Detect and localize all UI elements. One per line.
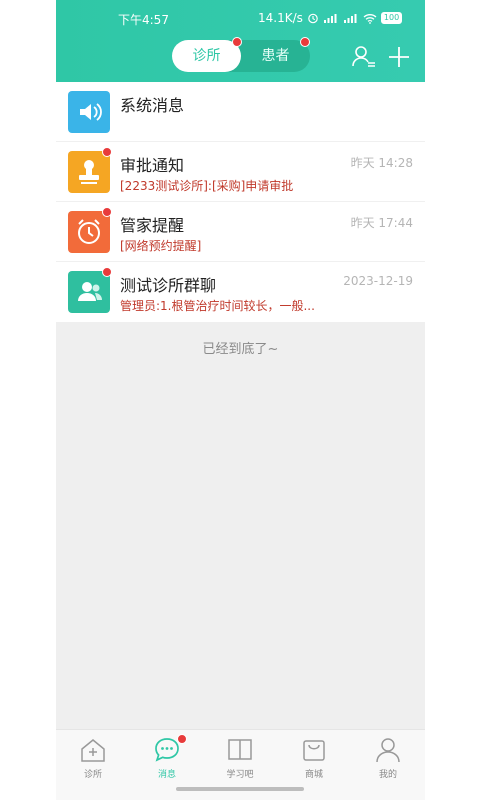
message-preview: [网络预约提醒] [120,239,202,253]
tab-clinic[interactable]: 诊所 [172,40,241,72]
message-title: 管家提醒 [120,216,185,235]
battery-indicator: 100 [380,12,403,24]
message-row-approval[interactable]: 审批通知 [2233测试诊所]:[采购]申请审批 昨天 14:28 [56,142,425,202]
message-row-system[interactable]: 系统消息 [56,82,425,142]
person-icon [376,738,400,763]
tab-mall-nav[interactable]: 商城 [284,736,344,786]
tab-label: 诊所 [83,770,102,780]
status-indicators: 14.1K/s 100 [258,11,403,25]
status-bar: 下午4:57 14.1K/s 100 [56,0,425,36]
alarm-status-icon [308,13,318,24]
clinic-icon [81,739,105,762]
message-time: 昨天 14:28 [350,156,413,170]
tab-clinic-nav[interactable]: 诊所 [63,736,123,786]
tab-learning-nav[interactable]: 学习吧 [210,736,270,786]
stamp-icon [68,151,110,193]
message-title: 系统消息 [120,96,185,115]
message-title: 审批通知 [120,156,185,175]
group-icon [68,271,110,313]
end-of-list-text: 已经到底了~ [202,342,279,357]
message-title: 测试诊所群聊 [120,276,217,295]
app-screen: 下午4:57 14.1K/s 100 诊所 患者 系统消息 审批通知 [2233… [56,0,425,800]
reminder-badge [102,207,112,217]
message-list: 系统消息 审批通知 [2233测试诊所]:[采购]申请审批 昨天 14:28 管… [56,82,425,322]
network-speed: 14.1K/s [258,11,303,25]
signal-icon-2 [343,13,357,23]
message-preview: [2233测试诊所]:[采购]申请审批 [120,179,294,193]
tab-label: 学习吧 [226,770,254,780]
message-preview: 管理员:1.根管治疗时间较长，一般... [120,299,315,313]
clinic-badge [232,37,242,47]
tab-patient[interactable]: 患者 [241,40,310,72]
tab-clinic-label: 诊所 [192,48,221,64]
approval-badge [102,147,112,157]
user-list-icon[interactable] [351,44,377,70]
message-time: 2023-12-19 [343,274,413,288]
group-chat-badge [102,267,112,277]
message-row-reminder[interactable]: 管家提醒 [网络预约提醒] 昨天 17:44 [56,202,425,262]
status-time: 下午4:57 [118,13,169,27]
wifi-icon [363,13,377,24]
tab-label: 商城 [304,770,323,780]
home-indicator [176,787,304,791]
tab-label: 我的 [378,770,397,780]
tab-label: 消息 [157,770,176,780]
book-icon [228,739,252,760]
top-header: 下午4:57 14.1K/s 100 诊所 患者 [56,0,425,82]
patient-badge [300,37,310,47]
message-time: 昨天 17:44 [350,216,413,230]
signal-icon [323,13,337,23]
tab-me-nav[interactable]: 我的 [358,736,418,786]
messages-badge [177,734,187,744]
tab-patient-label: 患者 [261,48,290,64]
alarm-clock-icon [68,211,110,253]
shopping-bag-icon [303,740,325,761]
plus-icon[interactable] [386,44,412,70]
speaker-icon [68,91,110,133]
clinic-patient-switch: 诊所 患者 [172,37,310,72]
tab-messages-nav[interactable]: 消息 [137,734,197,786]
message-row-group-chat[interactable]: 测试诊所群聊 管理员:1.根管治疗时间较长，一般... 2023-12-19 [56,262,425,322]
